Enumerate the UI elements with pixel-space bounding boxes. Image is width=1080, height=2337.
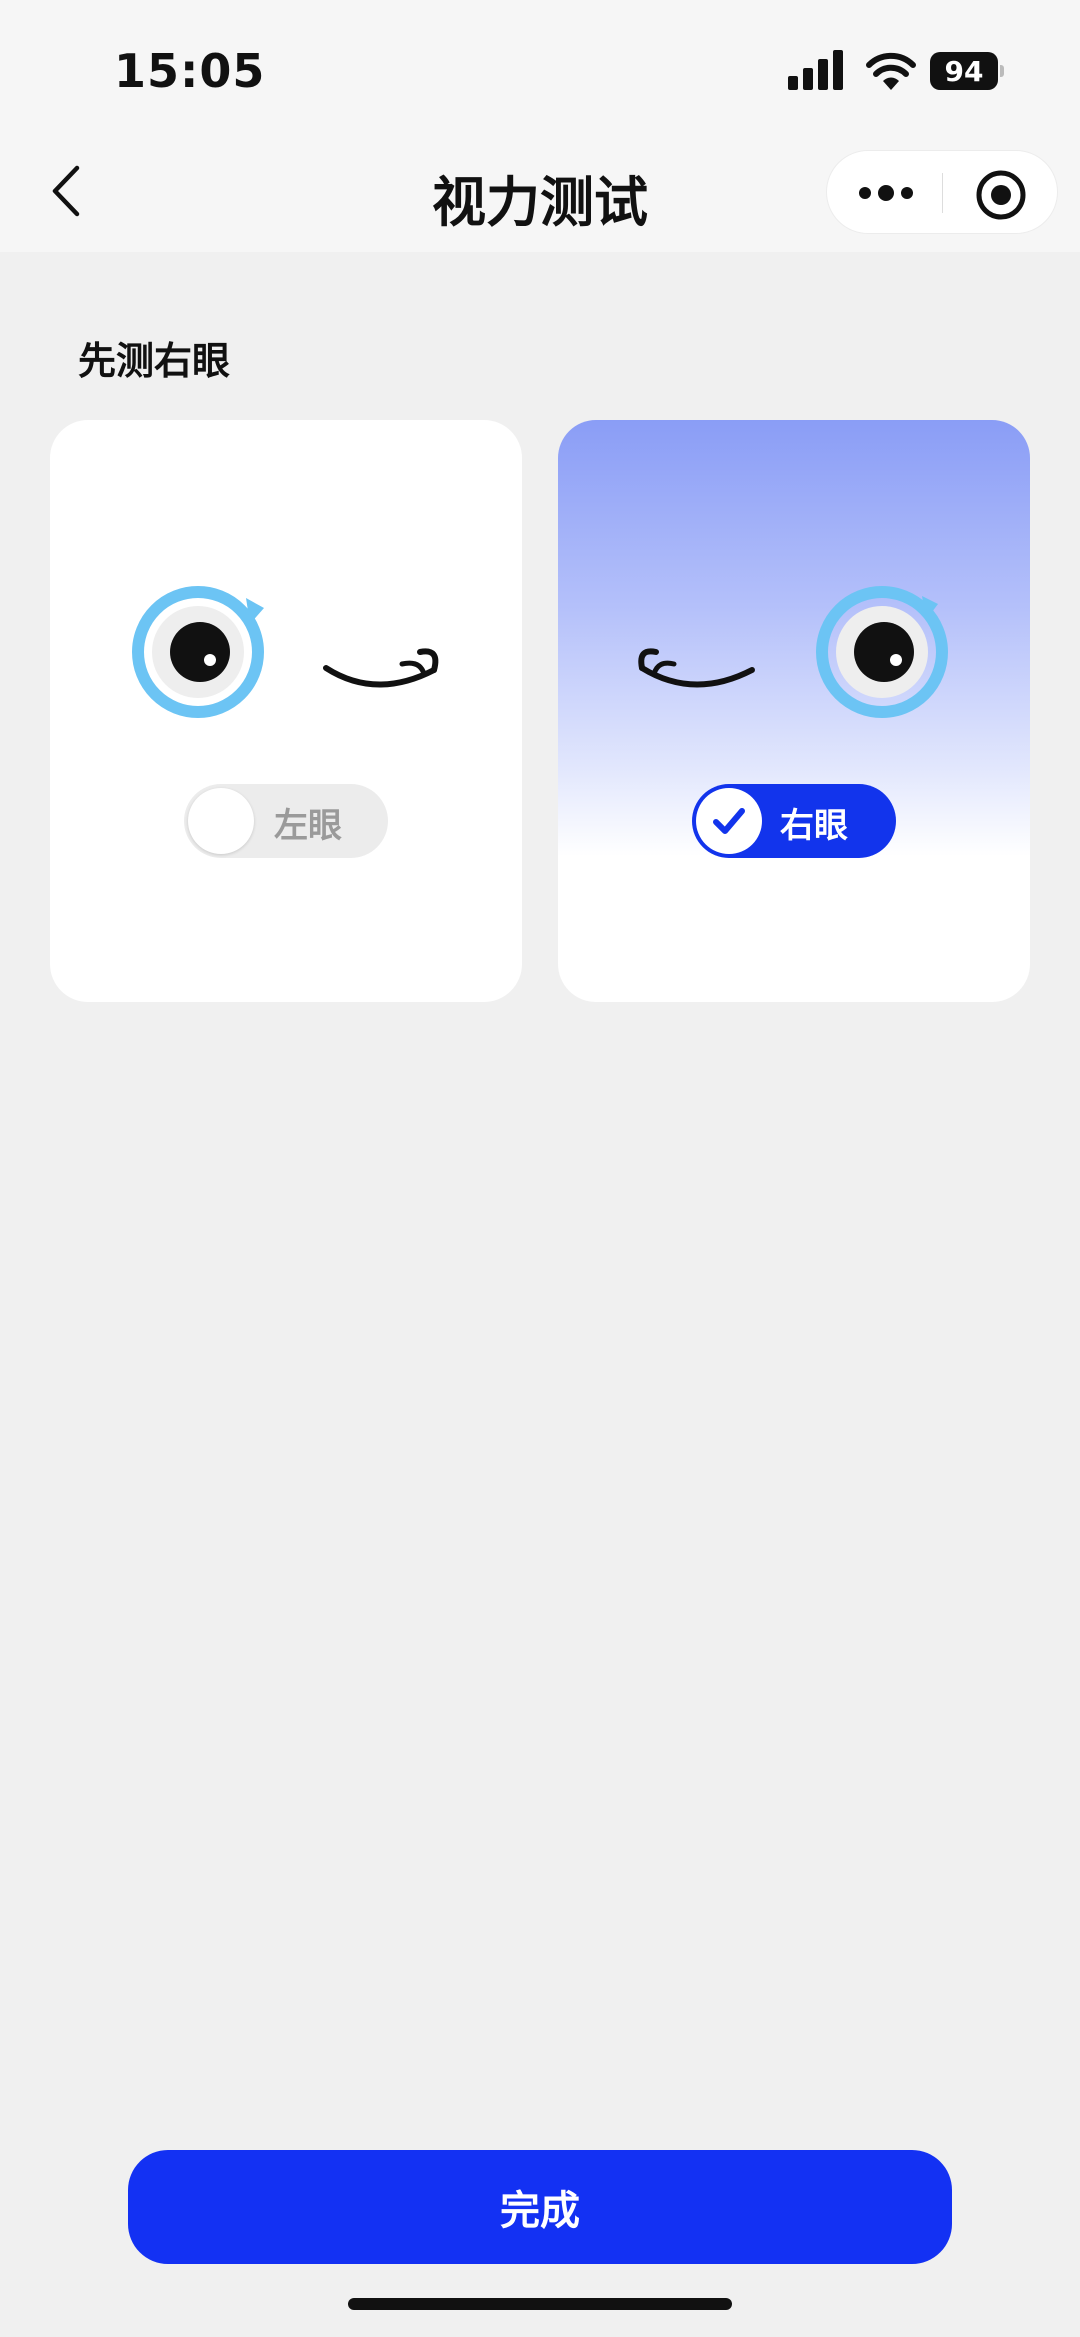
status-bar: 15:05 94 [0,0,1080,130]
left-eye-label: 左眼 [274,806,342,846]
close-mini-program-button[interactable] [973,167,1029,223]
toggle-knob [188,788,254,854]
done-button[interactable]: 完成 [128,2150,952,2264]
signal-icon [788,50,843,90]
left-eye-open-illustration [132,586,439,718]
right-eye-label: 右眼 [780,806,848,846]
toggle-knob [696,788,762,854]
section-label: 先测右眼 [78,339,231,383]
nav-bar: 视力测试 [0,130,1080,252]
capsule-divider [942,173,943,213]
mini-program-capsule [826,150,1058,234]
right-eye-card[interactable]: 右眼 [558,420,1030,1002]
right-eye-toggle[interactable]: 右眼 [692,784,896,858]
battery-icon: 94 [930,52,1004,90]
check-icon [713,808,745,834]
more-button[interactable] [855,173,917,213]
target-icon [976,170,1026,220]
more-icon [859,185,913,201]
home-indicator [348,2298,732,2310]
wifi-icon [866,52,916,90]
battery-level: 94 [930,52,998,90]
left-eye-toggle[interactable]: 左眼 [184,784,388,858]
right-eye-open-illustration [638,586,948,718]
left-eye-card[interactable]: 左眼 [50,420,522,1002]
status-time: 15:05 [114,44,266,98]
